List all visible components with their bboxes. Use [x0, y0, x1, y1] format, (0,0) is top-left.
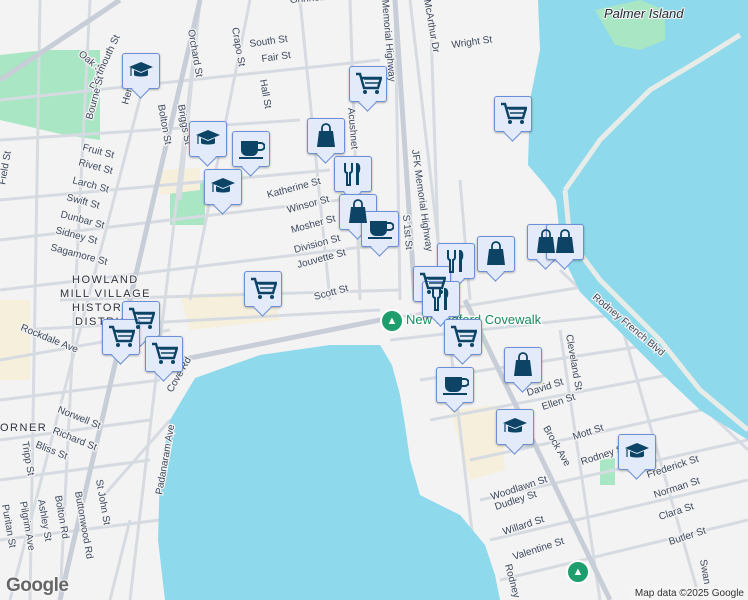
education-marker[interactable] — [122, 53, 160, 89]
area-label: MILL VILLAGE — [60, 288, 151, 300]
island-label: Palmer Island — [604, 6, 684, 21]
restaurant-marker[interactable] — [422, 281, 460, 317]
shopping-icon — [317, 123, 335, 147]
park-poi-icon[interactable]: ▲ — [566, 560, 590, 584]
street-label: Scott St — [313, 283, 350, 303]
grocery-marker[interactable] — [102, 319, 140, 355]
shopping-icon — [556, 229, 574, 253]
street-label: Butler St — [668, 525, 708, 547]
cafe-icon — [239, 141, 265, 159]
education-icon — [196, 130, 220, 145]
restaurant-icon — [432, 288, 449, 311]
grocery-marker[interactable] — [349, 66, 387, 102]
restaurant-marker[interactable] — [334, 156, 372, 192]
street-label: Wright St — [451, 34, 493, 51]
grocery-icon — [152, 342, 178, 364]
street-label: Willard St — [502, 514, 546, 538]
grocery-icon — [356, 72, 382, 94]
area-label: ORNER — [0, 422, 47, 434]
shopping-marker[interactable] — [307, 118, 345, 154]
cafe-icon — [368, 221, 394, 239]
grocery-icon — [451, 325, 477, 347]
grocery-marker[interactable] — [494, 96, 532, 132]
education-icon — [503, 418, 527, 433]
shopping-marker[interactable] — [546, 224, 584, 260]
park-poi-icon[interactable]: ▲ — [380, 309, 404, 333]
education-icon — [211, 178, 235, 193]
street-label: Swift St — [65, 192, 101, 211]
shopping-icon — [487, 241, 505, 265]
harbor-water — [528, 0, 748, 440]
street-label: Puritan St — [0, 504, 18, 549]
grocery-icon — [109, 325, 135, 347]
street-label: Fair St — [261, 50, 292, 65]
shopping-icon — [514, 352, 532, 376]
grocery-icon — [501, 102, 527, 124]
area-label: HOWLAND — [72, 274, 139, 286]
google-logo: Google — [6, 575, 69, 596]
education-marker[interactable] — [189, 121, 227, 157]
cafe-marker[interactable] — [361, 211, 399, 247]
grocery-marker[interactable] — [244, 271, 282, 307]
road — [348, 0, 362, 301]
street-label: Valentine St — [512, 536, 566, 563]
cafe-marker[interactable] — [232, 131, 270, 167]
street-label: St John St — [93, 479, 112, 527]
commercial-area — [0, 300, 30, 380]
grocery-marker[interactable] — [444, 319, 482, 355]
street-label: Field St — [0, 150, 14, 186]
cafe-marker[interactable] — [436, 367, 474, 403]
education-icon — [625, 443, 649, 458]
street-label: Hall St — [257, 79, 273, 110]
street-label: Acushnet — [345, 107, 360, 150]
shopping-marker[interactable] — [477, 236, 515, 272]
education-marker[interactable] — [204, 169, 242, 205]
cafe-icon — [443, 377, 469, 395]
street-label: Mott St — [572, 423, 606, 443]
road — [108, 519, 132, 600]
street-label: Winsor St — [286, 194, 331, 216]
street-label: South St — [249, 34, 289, 50]
street-label: McArthur Dr — [421, 0, 441, 54]
shopping-marker[interactable] — [504, 347, 542, 383]
street-label: Grinnell St — [289, 0, 337, 6]
street-label: Bolton St — [155, 104, 173, 146]
road — [0, 378, 161, 402]
education-marker[interactable] — [496, 409, 534, 445]
map-attribution: Map data ©2025 Google — [630, 587, 748, 600]
restaurant-icon — [344, 163, 361, 186]
education-icon — [129, 62, 153, 77]
grocery-marker[interactable] — [145, 336, 183, 372]
education-marker[interactable] — [618, 434, 656, 470]
street-label: Mosher St — [290, 213, 337, 235]
grocery-icon — [251, 277, 277, 299]
street-label: Rodney — [502, 563, 522, 599]
restaurant-icon — [447, 250, 464, 273]
street-label: Swan — [697, 559, 712, 586]
street-label: S 1st St — [400, 214, 414, 250]
